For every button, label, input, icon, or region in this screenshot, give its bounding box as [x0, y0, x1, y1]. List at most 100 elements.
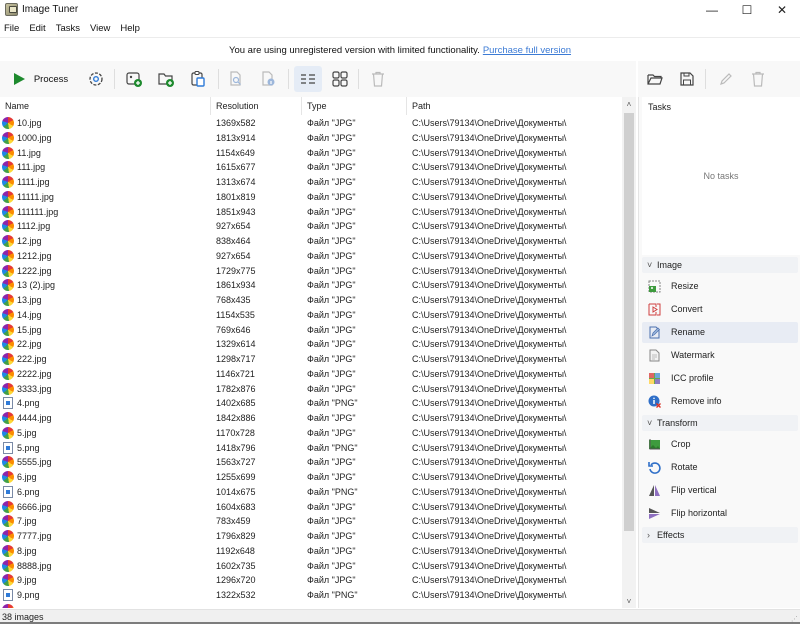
- table-row[interactable]: 2222.jpg 1146x721 Файл "JPG" C:\Users\79134…: [0, 367, 622, 382]
- toolbar-separator: [218, 69, 219, 89]
- table-row[interactable]: 1222.jpg 1729x775 Файл "JPG" C:\Users\79134…: [0, 264, 622, 279]
- menu-view[interactable]: View: [90, 23, 110, 34]
- section-effects[interactable]: › Effects: [642, 527, 798, 543]
- op-flip-horizontal[interactable]: Flip horizontal: [642, 503, 798, 524]
- menu-file[interactable]: File: [4, 23, 19, 34]
- table-row[interactable]: 1212.jpg 927x654 Файл "JPG" C:\Users\79134\…: [0, 249, 622, 264]
- column-header-name[interactable]: Name: [5, 101, 29, 111]
- table-row[interactable]: 13.jpg 768x435 Файл "JPG" C:\Users\79134\On…: [0, 293, 622, 308]
- op-remove-info[interactable]: Remove info: [642, 391, 798, 412]
- table-row[interactable]: 9.png 1322x532 Файл "PNG" C:\Users\79134\On…: [0, 588, 622, 603]
- close-button[interactable]: ✕: [765, 0, 799, 20]
- save-icon: [680, 72, 694, 86]
- menu-tasks[interactable]: Tasks: [56, 23, 80, 34]
- menu-edit[interactable]: Edit: [29, 23, 45, 34]
- op-crop[interactable]: Crop: [642, 434, 798, 455]
- file-type: Файл "JPG": [307, 221, 356, 232]
- minimize-button[interactable]: —: [695, 0, 729, 20]
- column-separator[interactable]: [301, 97, 302, 115]
- table-row[interactable]: 111.jpg 1615x677 Файл "JPG" C:\Users\79134\…: [0, 160, 622, 175]
- add-folder-button[interactable]: [154, 66, 178, 92]
- column-header-type[interactable]: Type: [307, 101, 327, 111]
- save-tasks-button[interactable]: [675, 66, 699, 92]
- op-convert[interactable]: Convert: [642, 299, 798, 320]
- scroll-thumb[interactable]: [624, 113, 634, 531]
- grid-view-button[interactable]: [328, 66, 352, 92]
- file-resolution: 1329x614: [216, 339, 256, 350]
- file-name: 5.png: [17, 442, 40, 453]
- info-button[interactable]: [256, 66, 280, 92]
- list-header: Name Resolution Type Path: [0, 97, 622, 115]
- file-resolution: 1369x582: [216, 118, 256, 128]
- table-row[interactable]: 5555.jpg 1563x727 Файл "JPG" C:\Users\79134…: [0, 455, 622, 470]
- table-row[interactable]: 15.jpg 769x646 Файл "JPG" C:\Users\79134\On…: [0, 323, 622, 338]
- column-header-resolution[interactable]: Resolution: [216, 101, 259, 111]
- purchase-link[interactable]: Purchase full version: [483, 45, 571, 56]
- add-image-button[interactable]: [122, 66, 146, 92]
- op-icc-profile[interactable]: ICC profile: [642, 368, 798, 389]
- menu-help[interactable]: Help: [120, 23, 140, 34]
- table-row[interactable]: 4.png 1402x685 Файл "PNG" C:\Users\79134\On…: [0, 396, 622, 411]
- edit-task-button[interactable]: [714, 66, 738, 92]
- section-transform[interactable]: ˅ Transform: [642, 415, 798, 431]
- list-scrollbar[interactable]: ˄ ˅: [622, 97, 636, 608]
- file-name: 3333.jpg: [17, 383, 52, 394]
- table-row[interactable]: 1112.jpg 927x654 Файл "JPG" C:\Users\79134\…: [0, 219, 622, 234]
- table-row[interactable]: 8.jpg 1192x648 Файл "JPG" C:\Users\79134\On…: [0, 544, 622, 559]
- table-row[interactable]: 3333.jpg 1782x876 Файл "JPG" C:\Users\79134…: [0, 382, 622, 397]
- table-row[interactable]: 22.jpg 1329x614 Файл "JPG" C:\Users\79134\O…: [0, 337, 622, 352]
- table-row[interactable]: 7.jpg 783x459 Файл "JPG" C:\Users\79134\One…: [0, 514, 622, 529]
- op-flip-vertical[interactable]: Flip vertical: [642, 480, 798, 501]
- table-row[interactable]: 14.jpg 1154x535 Файл "JPG" C:\Users\79134\O…: [0, 308, 622, 323]
- file-type: Файл "JPG": [307, 545, 356, 556]
- open-tasks-button[interactable]: [643, 66, 667, 92]
- maximize-button[interactable]: ☐: [730, 0, 764, 20]
- table-row[interactable]: 5.jpg 1170x728 Файл "JPG" C:\Users\79134\On…: [0, 426, 622, 441]
- table-row[interactable]: 13 (2).jpg 1861x934 Файл "JPG" C:\Users\791…: [0, 278, 622, 293]
- column-header-path[interactable]: Path: [412, 101, 431, 111]
- file-path: C:\Users\79134\OneDrive\Документы\: [412, 501, 567, 512]
- scroll-down-arrow[interactable]: ˅: [622, 594, 636, 608]
- table-row-partial[interactable]: [0, 603, 622, 608]
- table-row[interactable]: 11.jpg 1154x649 Файл "JPG" C:\Users\79134\O…: [0, 146, 622, 161]
- table-row[interactable]: 4444.jpg 1842x886 Файл "JPG" C:\Users\79134…: [0, 411, 622, 426]
- table-row[interactable]: 9.jpg 1296x720 Файл "JPG" C:\Users\79134\On…: [0, 573, 622, 588]
- table-row[interactable]: 6.jpg 1255x699 Файл "JPG" C:\Users\79134\On…: [0, 470, 622, 485]
- process-button[interactable]: Process: [8, 66, 72, 92]
- preview-button[interactable]: [224, 66, 248, 92]
- op-resize[interactable]: Resize: [642, 276, 798, 297]
- table-row[interactable]: 5.png 1418x796 Файл "PNG" C:\Users\79134\On…: [0, 441, 622, 456]
- file-path: C:\Users\79134\OneDrive\Документы\: [412, 147, 567, 158]
- jpg-file-icon: [2, 515, 14, 528]
- paste-button[interactable]: [186, 66, 210, 92]
- table-row[interactable]: 8888.jpg 1602x735 Файл "JPG" C:\Users\79134…: [0, 559, 622, 574]
- op-watermark[interactable]: Watermark: [642, 345, 798, 366]
- file-path: C:\Users\79134\OneDrive\Документы\: [412, 221, 567, 232]
- table-row[interactable]: 6.png 1014x675 Файл "PNG" C:\Users\79134\On…: [0, 485, 622, 500]
- list-view-button[interactable]: [294, 66, 322, 92]
- table-row[interactable]: 222.jpg 1298x717 Файл "JPG" C:\Users\79134\…: [0, 352, 622, 367]
- table-row[interactable]: 11111.jpg 1801x819 Файл "JPG" C:\Users\7913…: [0, 190, 622, 205]
- op-rotate[interactable]: Rotate: [642, 457, 798, 478]
- table-row[interactable]: 111111.jpg 1851x943 Файл "JPG" C:\Users\791…: [0, 205, 622, 220]
- notice-text: You are using unregistered version with …: [228, 44, 480, 56]
- file-resolution: 1782x876: [216, 383, 256, 394]
- jpg-file-icon: [2, 235, 14, 247]
- settings-button[interactable]: [84, 66, 108, 92]
- op-rename[interactable]: Rename: [642, 322, 798, 343]
- table-row[interactable]: 7777.jpg 1796x829 Файл "JPG" C:\Users\79134…: [0, 529, 622, 544]
- table-row[interactable]: 6666.jpg 1604x683 Файл "JPG" C:\Users\79134…: [0, 500, 622, 515]
- column-separator[interactable]: [210, 97, 211, 115]
- table-row[interactable]: 12.jpg 838x464 Файл "JPG" C:\Users\79134\On…: [0, 234, 622, 249]
- delete-button[interactable]: [366, 66, 390, 92]
- column-separator[interactable]: [406, 97, 407, 115]
- table-row[interactable]: 1111.jpg 1313x674 Файл "JPG" C:\Users\79134…: [0, 175, 622, 190]
- section-image[interactable]: ˅ Image: [642, 257, 798, 273]
- file-type: Файл "JPG": [307, 368, 356, 379]
- table-row[interactable]: 10.jpg 1369x582 Файл "JPG" C:\Users\79134\O…: [0, 116, 622, 131]
- table-row[interactable]: 1000.jpg 1813x914 Файл "JPG" C:\Users\79134…: [0, 131, 622, 146]
- delete-task-button[interactable]: [746, 66, 770, 92]
- file-type: Файл "JPG": [307, 413, 356, 423]
- scroll-up-arrow[interactable]: ˄: [622, 97, 636, 111]
- file-resolution: 1801x819: [216, 191, 256, 202]
